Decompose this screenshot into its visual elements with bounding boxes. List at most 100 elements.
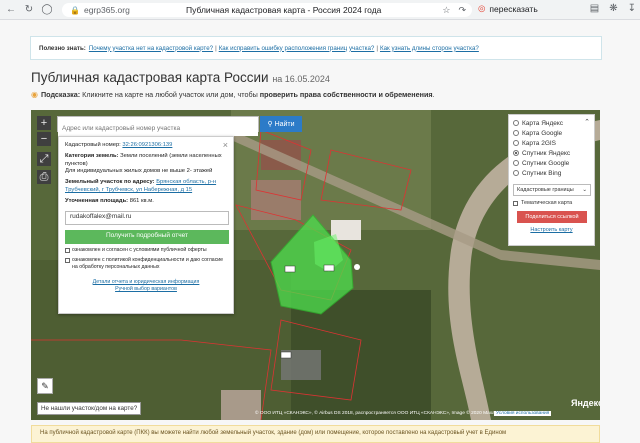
hint-prefix: Подсказка: <box>40 90 81 99</box>
layer-option[interactable]: Карта Google <box>513 128 590 138</box>
radio[interactable] <box>513 120 519 126</box>
summarize-button[interactable]: ◎ пересказать <box>478 3 538 14</box>
search-icon: ⚲ <box>267 121 273 128</box>
layer-label: Спутник Google <box>522 159 570 167</box>
separator: | <box>376 44 378 52</box>
radio[interactable] <box>513 170 519 176</box>
search-container <box>57 116 259 136</box>
useful-link-2[interactable]: Как исправить ошибку расположения границ… <box>219 45 375 52</box>
layer-label: Спутник Яндекс <box>522 149 571 157</box>
lock-icon: 🔒 <box>70 5 80 15</box>
radio[interactable] <box>513 130 519 136</box>
title-text: Публичная кадастровая карта России <box>31 70 269 85</box>
layer-option[interactable]: Спутник Яндекс <box>513 148 590 158</box>
back-icon[interactable]: ← <box>4 3 18 17</box>
pin-icon: ◉ <box>31 90 38 99</box>
reload-icon[interactable]: ↻ <box>22 3 36 17</box>
find-button[interactable]: ⚲ Найти <box>260 116 302 132</box>
cad-borders-value: Кадастровые границы <box>517 187 574 193</box>
manual-choice-link[interactable]: Ручной выбор вариантов <box>115 286 177 292</box>
report-details-link[interactable]: Детали отчета и юридическая информация <box>93 279 200 285</box>
area-value: 861 кв.м. <box>129 197 154 204</box>
summarize-label: пересказать <box>489 3 538 14</box>
thematic-label: Тематическая карта <box>521 200 573 206</box>
not-found-button[interactable]: Не нашли участок/дом на карте? <box>37 402 142 415</box>
address-label: Земельный участок по адресу: <box>65 179 155 186</box>
radio[interactable] <box>513 160 519 166</box>
offer-checkbox[interactable] <box>65 247 70 253</box>
privacy-agreement[interactable]: ознакомлен с политикой конфиденциальност… <box>65 257 227 271</box>
hint: ◉ Подсказка: Кликните на карте на любой … <box>31 90 435 99</box>
privacy-text: ознакомлен с политикой конфиденциальност… <box>72 256 224 270</box>
category-row: Категория земель: Земли поселений (земли… <box>65 153 227 176</box>
area-row: Уточненная площадь: 861 кв.м. <box>65 198 227 206</box>
terms-link[interactable]: Условия использования <box>494 411 552 416</box>
layer-label: Карта Google <box>522 129 563 137</box>
yandex-logo: Яндекс <box>571 398 600 408</box>
chevron-down-icon: ⌄ <box>582 187 587 193</box>
address-bar[interactable]: 🔒 egrp365.org Публичная кадастровая карт… <box>62 3 472 17</box>
layer-option[interactable]: Спутник Bing <box>513 168 590 178</box>
find-label: Найти <box>274 120 295 128</box>
radio[interactable] <box>513 140 519 146</box>
layer-option[interactable]: Карта 2GIS <box>513 138 590 148</box>
purpose-value: Для индивидуальных жилых домов не выше 2… <box>65 168 213 175</box>
cad-number-label: Кадастровый номер: <box>65 142 121 148</box>
useful-label: Полезно знать: <box>39 44 86 52</box>
useful-links-bar: Полезно знать: Почему участка нет на кад… <box>30 36 602 60</box>
useful-link-1[interactable]: Почему участка нет на кадастровой карте? <box>89 45 213 52</box>
email-field[interactable]: rudakoffalex@mail.ru <box>65 210 229 225</box>
area-label: Уточненная площадь: <box>65 197 129 204</box>
separator: | <box>215 44 217 52</box>
url-domain: egrp365.org <box>83 5 130 15</box>
zoom-in-button[interactable]: + <box>37 116 51 130</box>
map-copyright: © ООО ИТЦ «СКАНЭКС», © Airbus DS 2018, р… <box>255 411 497 416</box>
extension-icon[interactable]: ▤ <box>590 3 599 14</box>
offer-agreement[interactable]: ознакомлен и согласен с условиями публич… <box>65 247 227 254</box>
layer-label: Карта Яндекс <box>522 119 564 127</box>
privacy-checkbox[interactable] <box>65 257 70 263</box>
summarize-icon: ◎ <box>478 3 486 13</box>
page: Полезно знать: Почему участка нет на кад… <box>0 20 640 443</box>
download-icon[interactable]: ↧ <box>628 3 636 14</box>
layers-panel: ⌃ Карта Яндекс Карта Google Карта 2GIS С… <box>508 114 595 246</box>
thematic-toggle[interactable]: Тематическая карта <box>513 200 590 206</box>
radio-selected[interactable] <box>513 150 519 156</box>
page-title: Публичная кадастровая карта России на 16… <box>31 70 330 85</box>
share-link-button[interactable]: Поделиться ссылкой <box>517 211 587 223</box>
share-icon[interactable]: ↷ <box>458 5 466 16</box>
pencil-icon[interactable]: ✎ <box>37 378 53 394</box>
info-note: На публичной кадастровой карте (ПКК) вы … <box>31 425 600 443</box>
layer-label: Спутник Bing <box>522 169 562 177</box>
category-label: Категория земель: <box>65 152 119 159</box>
hint-end: . <box>432 90 435 99</box>
zoom-out-button[interactable]: − <box>37 132 51 146</box>
close-icon[interactable]: × <box>223 139 228 151</box>
search-input[interactable] <box>58 121 258 136</box>
yandex-home-icon[interactable]: ◯ <box>40 3 54 17</box>
fullscreen-icon[interactable]: ⤢ <box>37 152 51 166</box>
bookmark-icon[interactable]: ☆ <box>442 5 450 16</box>
extensions-puzzle-icon[interactable]: ❋ <box>609 3 617 14</box>
chevron-up-icon[interactable]: ⌃ <box>584 118 590 126</box>
hint-bold: проверить права собственности и обремене… <box>259 90 433 99</box>
layer-label: Карта 2GIS <box>522 139 557 147</box>
setup-map-link[interactable]: Настроить карту <box>513 227 590 233</box>
layer-option[interactable]: Спутник Google <box>513 158 590 168</box>
tab-title: Публичная кадастровая карта - Россия 202… <box>186 5 382 15</box>
browser-toolbar: ← ↻ ◯ 🔒 egrp365.org Публичная кадастрова… <box>0 0 640 20</box>
cad-borders-select[interactable]: Кадастровые границы ⌄ <box>513 184 591 196</box>
address-row: Земельный участок по адресу: Брянская об… <box>65 179 227 195</box>
useful-link-3[interactable]: Как узнать длины сторон участка? <box>380 45 479 52</box>
get-report-button[interactable]: Получить подробный отчет <box>65 229 229 244</box>
map[interactable]: + − ⤢ ⎙ ⚲ Найти × Кадастровый номер: 32:… <box>31 110 600 420</box>
layer-option[interactable]: Карта Яндекс <box>513 118 590 128</box>
parcel-info-popup: × Кадастровый номер: 32:26:0921306:139 К… <box>58 136 234 314</box>
title-date: на 16.05.2024 <box>272 74 330 84</box>
offer-text: ознакомлен и согласен с условиями публич… <box>72 246 207 253</box>
cad-number-row: Кадастровый номер: 32:26:0921306:139 <box>65 142 227 150</box>
thematic-checkbox[interactable] <box>513 200 518 206</box>
print-icon[interactable]: ⎙ <box>37 170 51 184</box>
cad-number-link[interactable]: 32:26:0921306:139 <box>122 142 172 148</box>
hint-text: Кликните на карте на любой участок или д… <box>82 90 258 99</box>
